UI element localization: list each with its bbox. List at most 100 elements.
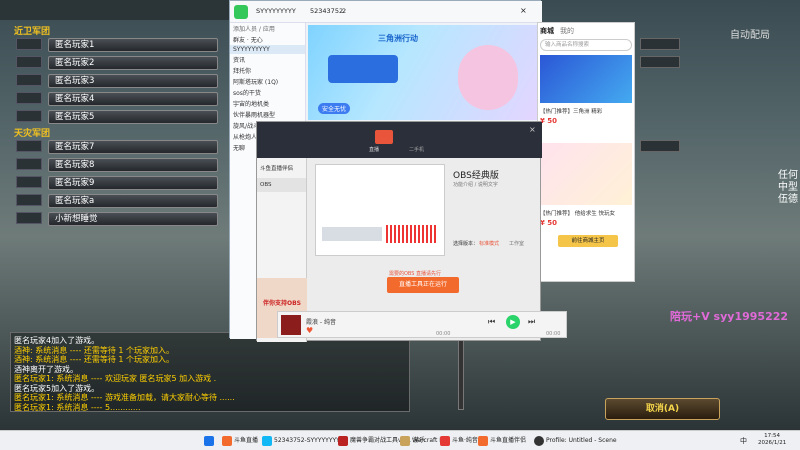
chat-line: 酒神离开了游戏。 [14,364,78,374]
taskbar-label: 斗鱼直播 [234,437,259,444]
player-slot[interactable]: 小新想睡觉 [48,212,218,226]
list-item[interactable]: 宇宙的地机类 [230,98,305,109]
clock-time: 17:54 [764,433,781,439]
slot-color[interactable] [16,212,42,224]
slot-color[interactable] [16,194,42,206]
chat-line: 酒神: 系统消息 ---- 还需等待 1 个玩家加入。 [14,355,175,364]
taskbar-item-music[interactable]: 斗鱼·纯音 [440,434,478,448]
taskbar-label: 斗鱼·纯音 [452,437,478,444]
clock[interactable]: 17:54 2026/1/21 [758,433,786,447]
store-item-title[interactable]: 【热门推荐】 他给求生 快玩女 [540,209,632,217]
store-panel: 商城 我的 输入商品名称搜索 【热门推荐】三角洲 精彩 ¥ 50 【热门推荐】 … [537,22,635,282]
douyu-icon [222,435,232,446]
windows-start-icon[interactable] [204,434,216,448]
banner-block [328,55,398,83]
list-item[interactable]: SYYYYYYYYY [230,45,305,54]
preview-audio [386,225,436,243]
prev-icon[interactable]: ⏮ [488,317,495,327]
obs-icon [534,435,544,446]
player-slot[interactable]: 匿名玩家7 [48,140,218,154]
obs-preview [315,164,445,256]
slot-color[interactable] [16,38,42,50]
right-slot[interactable] [640,38,680,50]
list-item[interactable]: sos的干货 [230,87,305,98]
clock-date: 2026/1/21 [758,440,787,446]
player-slot[interactable]: 匿名玩家9 [48,176,218,190]
auto-match-label: 自动配局 [730,30,770,41]
home-icon[interactable] [234,5,248,19]
list-item[interactable]: 阿斯塔玩家 (1Q) [230,76,305,87]
obs-header: 直播 二手机 × [257,122,542,158]
member-count: 2 [342,7,347,15]
player-slot[interactable]: 匿名玩家3 [48,74,218,88]
ime-indicator[interactable]: 中 [740,434,747,448]
close-icon[interactable]: × [529,125,536,134]
song-title: 霞浪 - 纯音 [306,319,336,326]
play-icon[interactable]: ▶ [506,315,520,329]
chat-line: 匿名玩家1: 系统消息 ---- 欢迎玩家 匿名玩家5 加入游戏 . [14,374,217,383]
slot-color[interactable] [16,110,42,122]
helper-icon [478,435,488,446]
taskbar-item-qq[interactable]: 52343752-SYYYYYYYYY [262,434,344,448]
option-studio[interactable]: 工作室 [509,240,524,247]
slot-color[interactable] [16,140,42,152]
taskbar-item-obs[interactable]: Profile: Untitled - Scene [534,434,617,448]
player-slot[interactable]: 匿名玩家5 [48,110,218,124]
player-slot[interactable]: 匿名玩家4 [48,92,218,106]
chat-line: 匿名玩家5加入了游戏。 [14,383,100,393]
run-button[interactable]: 直播工具正在运行 [387,277,459,293]
tab-store[interactable]: 商城 [540,26,554,36]
chat-line: 酒神: 系统消息 ---- 还需等待 1 个玩家加入。 [14,345,175,355]
heart-icon[interactable]: ♥ [306,326,313,335]
next-icon[interactable]: ⏭ [528,317,535,327]
slot-color[interactable] [16,176,42,188]
taskbar: 斗鱼直播 52343752-SYYYYYYYYY 魔兽争霸对战工具v1.1 游乐… [0,430,800,450]
player-slot[interactable]: 匿名玩家8 [48,158,218,172]
option-standard[interactable]: 标准模式 [479,240,499,247]
lobby-header [0,0,230,20]
team2-title: 天灾军团 [14,129,51,139]
cancel-button[interactable]: 取消(A) [605,398,720,420]
obs-title: OBS经典版 [453,171,499,181]
time-total: 00:00 [546,331,561,337]
sidebar-item-douyu[interactable]: 斗鱼直播伴侣 [257,158,306,178]
tab-second[interactable]: 二手机 [409,146,424,153]
list-item[interactable]: 群友 · 无心 [230,34,305,45]
right-slot[interactable] [640,56,680,68]
tab-mine[interactable]: 我的 [560,26,574,36]
slot-color[interactable] [16,158,42,170]
right-slot[interactable] [640,140,680,152]
sidebar-item-obs[interactable]: OBS [257,178,306,192]
list-item[interactable]: 伙伴暴雨机器型 [230,109,305,120]
player-slot[interactable]: 匿名玩家2 [48,56,218,70]
taskbar-item-obs-helper[interactable]: 斗鱼直播伴侣 [478,434,526,448]
live-tab-icon[interactable] [375,130,393,144]
taskbar-item-warcraft[interactable]: Warcraft III [400,434,445,448]
slot-color[interactable] [16,74,42,86]
search-input[interactable]: 输入商品名称搜索 [540,39,632,51]
side-text-2: 中型 [778,182,798,193]
side-text-1: 任何 [778,170,798,181]
banner-character [458,45,518,110]
taskbar-item-douyu[interactable]: 斗鱼直播 [222,434,258,448]
ad-banner[interactable]: 三角洲行动 安全无忧 [308,25,540,120]
taskbar-label: 52343752-SYYYYYYYYY [274,437,344,444]
close-icon[interactable]: × [520,6,527,15]
version-label: 选择版本： [453,241,479,247]
list-item[interactable]: 拜托你 [230,65,305,76]
slot-color[interactable] [16,92,42,104]
player-slot[interactable]: 匿名玩家1 [48,38,218,52]
tab-live[interactable]: 直播 [369,146,379,153]
store-item-title[interactable]: 【热门推荐】三角洲 精彩 [540,107,632,115]
banner-title: 三角洲行动 [378,34,418,43]
list-item[interactable]: 资讯 [230,54,305,65]
tool-icon [338,435,348,446]
store-item-image[interactable] [540,55,632,103]
store-home-button[interactable]: 前往商城主页 [558,235,618,247]
slot-color[interactable] [16,56,42,68]
chat-log: 匿名玩家4加入了游戏。 酒神: 系统消息 ---- 还需等待 1 个玩家加入。 … [14,336,314,412]
music-icon [440,435,450,446]
player-slot[interactable]: 匿名玩家a [48,194,218,208]
chat-scrollbar[interactable] [458,340,464,410]
store-item-image[interactable] [540,143,632,205]
